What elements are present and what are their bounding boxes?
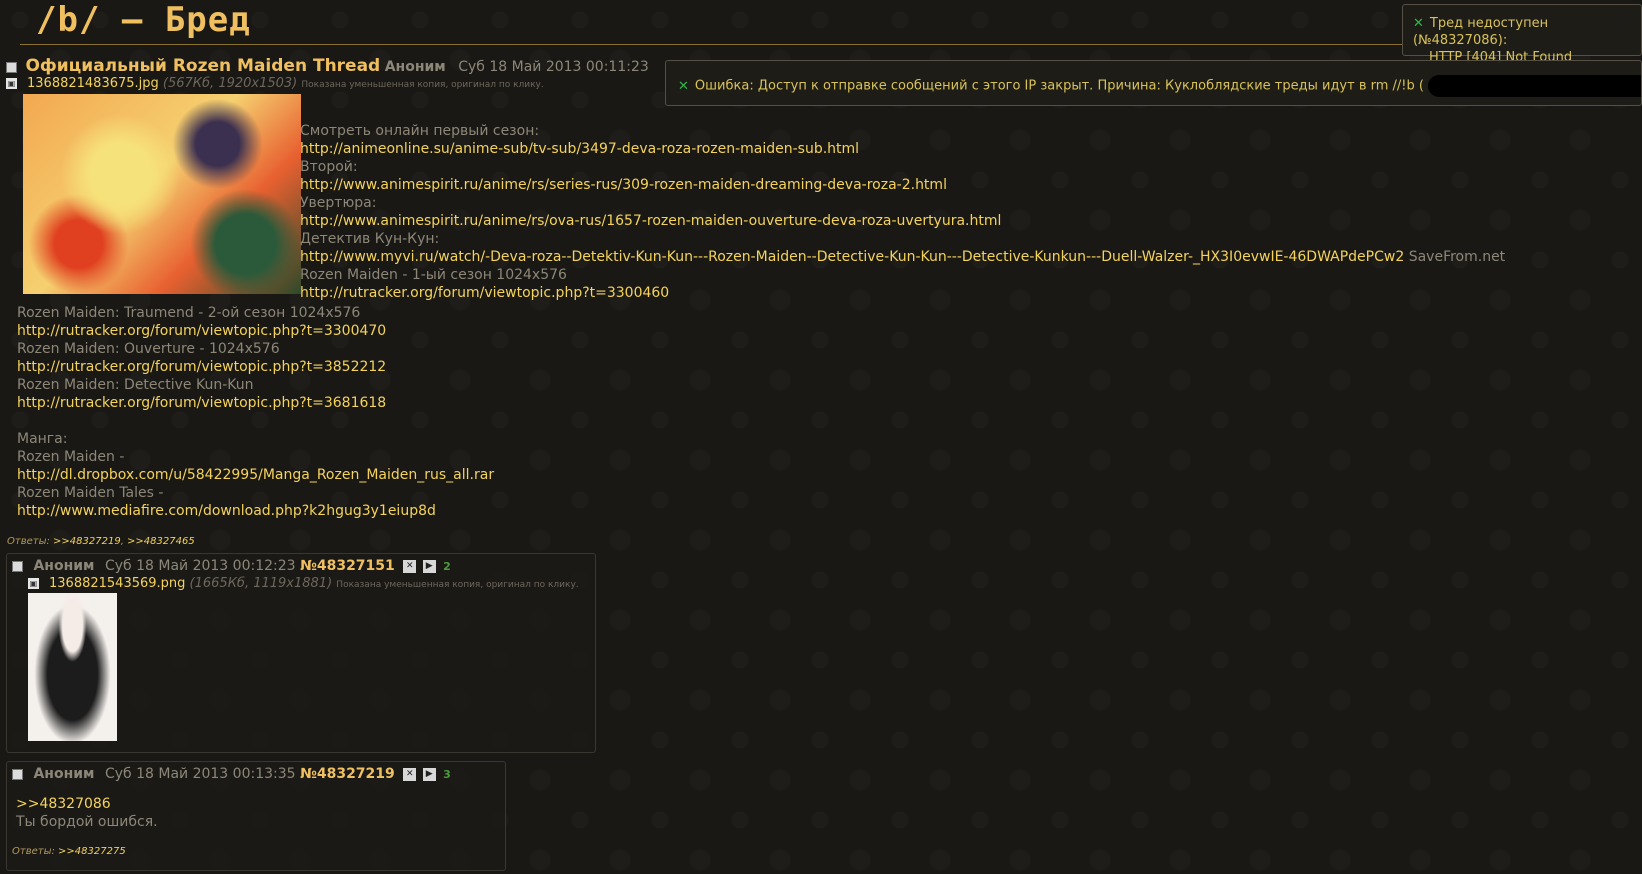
op-select-checkbox[interactable] [6,61,17,73]
hide-post-icon[interactable]: ✕ [403,767,417,781]
reply-date: Суб 18 Май 2013 00:13:35 [104,766,296,782]
message-link[interactable]: http://dl.dropbox.com/u/58422995/Manga_R… [17,466,494,484]
quote-link[interactable]: >>48327086 [16,796,111,812]
op-file-meta: (567Кб, 1920x1503) [162,76,298,91]
message-line: Rozen Maiden: Ouverture - 1024x576 [17,341,280,357]
message-line: Rozen Maiden: Traumend - 2-ой сезон 1024… [17,305,361,321]
op-thumbnail-image[interactable] [23,94,301,294]
op-date: Суб 18 Май 2013 00:11:23 [458,59,649,75]
op-header: Официальный Rozen Maiden Thread Аноним С… [6,56,649,76]
reply-select-checkbox[interactable] [12,768,23,780]
message-line: Манга: [17,431,68,447]
reply-header: Аноним Суб 18 Май 2013 00:12:23 №4832715… [12,558,451,574]
reply-count: 3 [443,768,451,781]
message-line: Rozen Maiden Tales - [17,485,164,501]
op-file-hint: Показана уменьшенная копия, оригинал по … [301,80,544,90]
reply-message-text: Ты бордой ошибся. [16,814,158,830]
close-icon[interactable]: ✕ [1413,16,1424,31]
reply-thumbnail-image[interactable] [28,593,117,741]
board-title: /b/ – Бред [36,0,251,40]
close-icon[interactable]: ✕ [678,79,689,94]
reply-post-number[interactable]: №48327151 [300,558,395,574]
reply-file-meta: (1665Кб, 1119x1881) [189,576,333,591]
title-divider [20,44,1420,45]
message-line [17,412,494,430]
expand-post-icon[interactable]: ▶ [422,559,436,573]
reply-select-checkbox[interactable] [12,560,23,572]
message-line: Детектив Кун-Кун: [300,231,440,247]
notice-404-line1: Тред недоступен (№48327086): [1413,16,1549,48]
op-replies: Ответы: >>48327219, >>48327465 [7,536,195,547]
reply-header: Аноним Суб 18 Май 2013 00:13:35 №4832721… [12,766,451,782]
message-line: Rozen Maiden - 1-ый сезон 1024x576 [300,267,567,283]
reply-count: 2 [443,560,451,573]
message-line: Второй: [300,159,358,175]
reply-message: >>48327086 Ты бордой ошибся. [16,795,158,831]
expand-post-icon[interactable]: ▶ [422,767,436,781]
hide-post-icon[interactable]: ✕ [403,559,417,573]
reply-author: Аноним [33,558,95,574]
file-icon: ▣ [28,578,39,589]
replies-label: Ответы: [12,846,55,857]
reply-file-link[interactable]: 1368821543569.png [49,576,185,591]
message-link[interactable]: http://rutracker.org/forum/viewtopic.php… [17,322,494,340]
message-link[interactable]: http://animeonline.su/anime-sub/tv-sub/3… [300,140,1505,158]
message-link[interactable]: http://rutracker.org/forum/viewtopic.php… [17,394,494,412]
reply-ref-link[interactable]: >>48327275 [58,846,126,857]
reply-ref-link[interactable]: >>48327219 [53,536,121,547]
reply-date: Суб 18 Май 2013 00:12:23 [104,558,296,574]
savefrom-label[interactable]: SaveFrom.net [1404,249,1506,265]
redacted-scribble [1427,75,1641,97]
message-link[interactable]: http://www.animespirit.ru/anime/rs/ova-r… [300,212,1505,230]
reply-file-info: ▣ 1368821543569.png (1665Кб, 1119x1881) П… [28,576,579,591]
message-line: Смотреть онлайн первый сезон: [300,123,540,139]
message-link[interactable]: http://rutracker.org/forum/viewtopic.php… [300,284,1505,302]
message-link[interactable]: http://www.mediafire.com/download.php?k2… [17,502,494,520]
op-message-part1: Смотреть онлайн первый сезон: http://anim… [300,122,1505,302]
message-link[interactable]: http://www.animespirit.ru/anime/rs/serie… [300,176,1505,194]
reply-author: Аноним [33,766,95,782]
op-file-link[interactable]: 1368821483675.jpg [27,76,159,91]
op-file-info: ▣ 1368821483675.jpg (567Кб, 1920x1503) По… [6,76,544,91]
reply-post-number[interactable]: №48327219 [300,766,395,782]
op-author: Аноним [384,59,446,75]
message-line: Rozen Maiden - [17,449,125,465]
thread-not-found-notice[interactable]: ✕ Тред недоступен (№48327086): HTTP [404]… [1402,4,1642,65]
message-link[interactable]: http://www.myvi.ru/watch/-Deva-roza--Det… [300,249,1404,265]
reply-ref-link[interactable]: >>48327465 [127,536,195,547]
reply-replies: Ответы: >>48327275 [12,846,126,857]
reply-file-hint: Показана уменьшенная копия, оригинал по … [336,580,579,590]
message-link[interactable]: http://rutracker.org/forum/viewtopic.php… [17,358,494,376]
op-message-part2: Rozen Maiden: Traumend - 2-ой сезон 1024… [17,304,494,520]
op-subject: Официальный Rozen Maiden Thread [25,56,381,76]
posting-error-notice[interactable]: ✕ Ошибка: Доступ к отправке сообщений с э… [665,60,1642,106]
replies-label: Ответы: [7,536,50,547]
file-icon: ▣ [6,78,17,89]
error-text: Ошибка: Доступ к отправке сообщений с эт… [694,78,1424,94]
message-line: Увертюра: [300,195,377,211]
message-line: Rozen Maiden: Detective Kun-Kun [17,377,254,393]
